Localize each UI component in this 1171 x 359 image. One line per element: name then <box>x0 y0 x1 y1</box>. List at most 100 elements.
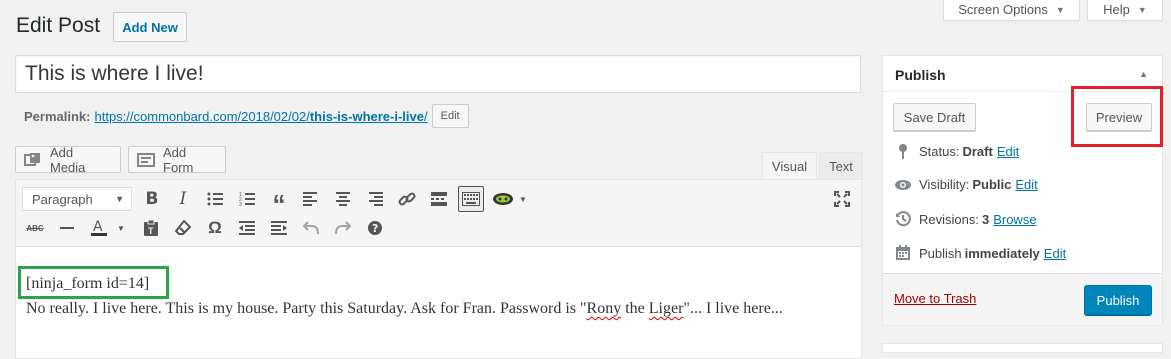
paste-text-button[interactable]: T <box>138 215 164 241</box>
shortcode-highlight-box <box>18 266 169 299</box>
bullet-list-icon <box>207 192 223 206</box>
editor-toolbar: Paragraph ▼ B I 123 “ ▼ ABC A ▼ T Ω ? <box>16 180 861 247</box>
add-form-button[interactable]: Add Form <box>128 144 226 175</box>
insert-link-button[interactable] <box>394 186 420 212</box>
next-metabox <box>882 343 1163 353</box>
horizontal-line-icon <box>60 227 74 229</box>
publish-date-label: Publish <box>919 245 962 261</box>
undo-button[interactable] <box>298 215 324 241</box>
indent-icon <box>271 221 287 235</box>
screen-options-label: Screen Options <box>958 2 1048 17</box>
paste-text-icon: T <box>144 220 158 236</box>
publish-box-footer: Move to Trash Publish <box>883 273 1162 325</box>
visibility-row: Visibility: Public Edit <box>893 177 1038 192</box>
indent-button[interactable] <box>266 215 292 241</box>
special-character-button[interactable]: Ω <box>202 215 228 241</box>
fullscreen-button[interactable] <box>829 186 855 212</box>
ninja-forms-icon <box>493 193 513 205</box>
eye-icon <box>893 179 913 191</box>
bold-icon: B <box>145 189 159 209</box>
publish-date-edit-link[interactable]: Edit <box>1044 246 1066 261</box>
tab-text[interactable]: Text <box>819 152 863 180</box>
format-select-value: Paragraph <box>32 191 93 207</box>
publish-button[interactable]: Publish <box>1084 285 1152 315</box>
add-new-button[interactable]: Add New <box>113 12 187 42</box>
chevron-down-icon: ▼ <box>1137 4 1147 15</box>
align-left-icon <box>303 192 317 206</box>
help-tab[interactable]: Help ▼ <box>1087 0 1163 21</box>
read-more-button[interactable] <box>426 186 452 212</box>
align-left-button[interactable] <box>298 186 324 212</box>
add-form-label: Add Form <box>163 144 194 175</box>
italic-button[interactable]: I <box>170 186 196 212</box>
redo-icon <box>335 221 351 235</box>
permalink-edit-button[interactable]: Edit <box>431 104 469 128</box>
outdent-icon <box>239 221 255 235</box>
svg-text:3: 3 <box>239 202 242 206</box>
visibility-edit-link[interactable]: Edit <box>1015 177 1037 192</box>
blockquote-button[interactable]: “ <box>266 186 292 217</box>
form-icon <box>137 152 155 167</box>
bold-button[interactable]: B <box>139 186 165 212</box>
fullscreen-icon <box>834 191 850 207</box>
outdent-button[interactable] <box>234 215 260 241</box>
strikethrough-button[interactable]: ABC <box>22 215 48 241</box>
revisions-label: Revisions: <box>919 211 979 227</box>
italic-icon: I <box>179 189 187 209</box>
publish-box-title: Publish <box>895 67 946 83</box>
add-media-button[interactable]: Add Media <box>15 144 121 175</box>
media-icon <box>24 152 42 168</box>
horizontal-line-button[interactable] <box>54 215 80 241</box>
clear-formatting-icon <box>175 220 191 235</box>
status-row: Status: Draft Edit <box>893 143 1019 159</box>
save-draft-button[interactable]: Save Draft <box>893 103 976 131</box>
toolbar-toggle-button[interactable] <box>458 186 484 212</box>
editor-content[interactable]: [ninja_form id=14] No really. I live her… <box>16 248 861 358</box>
redo-button[interactable] <box>330 215 356 241</box>
blockquote-icon: “ <box>272 189 286 219</box>
numbered-list-button[interactable]: 123 <box>234 186 260 212</box>
toolbar-toggle-icon <box>462 192 480 206</box>
visibility-label: Visibility: <box>919 177 970 192</box>
svg-text:T: T <box>148 226 154 236</box>
revisions-count: 3 <box>981 211 990 227</box>
ninja-forms-button[interactable] <box>490 186 516 212</box>
revisions-browse-link[interactable]: Browse <box>993 212 1036 227</box>
pin-icon <box>893 143 913 159</box>
format-select[interactable]: Paragraph ▼ <box>22 187 132 211</box>
svg-text:?: ? <box>372 222 378 235</box>
status-edit-link[interactable]: Edit <box>997 144 1019 159</box>
strikethrough-icon: ABC <box>26 223 44 233</box>
move-to-trash-link[interactable]: Move to Trash <box>894 291 976 306</box>
calendar-icon <box>893 245 913 261</box>
status-value: Draft <box>962 143 993 159</box>
svg-text:A: A <box>93 219 103 235</box>
clear-formatting-button[interactable] <box>170 215 196 241</box>
status-label: Status: <box>919 143 960 159</box>
special-character-icon: Ω <box>208 218 222 237</box>
permalink-label: Permalink: <box>24 108 91 124</box>
post-title-input[interactable]: This is where I live! <box>15 55 861 93</box>
add-media-label: Add Media <box>50 144 86 175</box>
align-right-icon <box>369 192 383 206</box>
permalink-link[interactable]: https://commonbard.com/2018/02/02/this-i… <box>94 109 427 124</box>
publish-date-row: Publish immediately Edit <box>893 245 1066 261</box>
bullet-list-button[interactable] <box>202 186 228 212</box>
chevron-down-icon[interactable]: ▼ <box>519 195 527 204</box>
publish-date-value: immediately <box>964 245 1040 261</box>
collapse-toggle-icon[interactable]: ▲ <box>1139 69 1148 79</box>
keyboard-shortcuts-button[interactable]: ? <box>362 215 388 241</box>
align-center-button[interactable] <box>330 186 356 212</box>
link-icon <box>398 192 416 206</box>
chevron-down-icon[interactable]: ▼ <box>117 224 125 233</box>
help-icon: ? <box>368 221 382 235</box>
content-paragraph: No really. I live here. This is my house… <box>26 300 783 317</box>
screen-options-tab[interactable]: Screen Options ▼ <box>943 0 1080 21</box>
tab-visual[interactable]: Visual <box>762 152 817 180</box>
align-right-button[interactable] <box>362 186 388 212</box>
text-color-button[interactable]: A <box>86 215 112 241</box>
chevron-down-icon: ▼ <box>1055 4 1065 15</box>
chevron-down-icon: ▼ <box>115 194 124 204</box>
help-label: Help <box>1103 2 1130 17</box>
page-title: Edit Post <box>16 14 101 37</box>
